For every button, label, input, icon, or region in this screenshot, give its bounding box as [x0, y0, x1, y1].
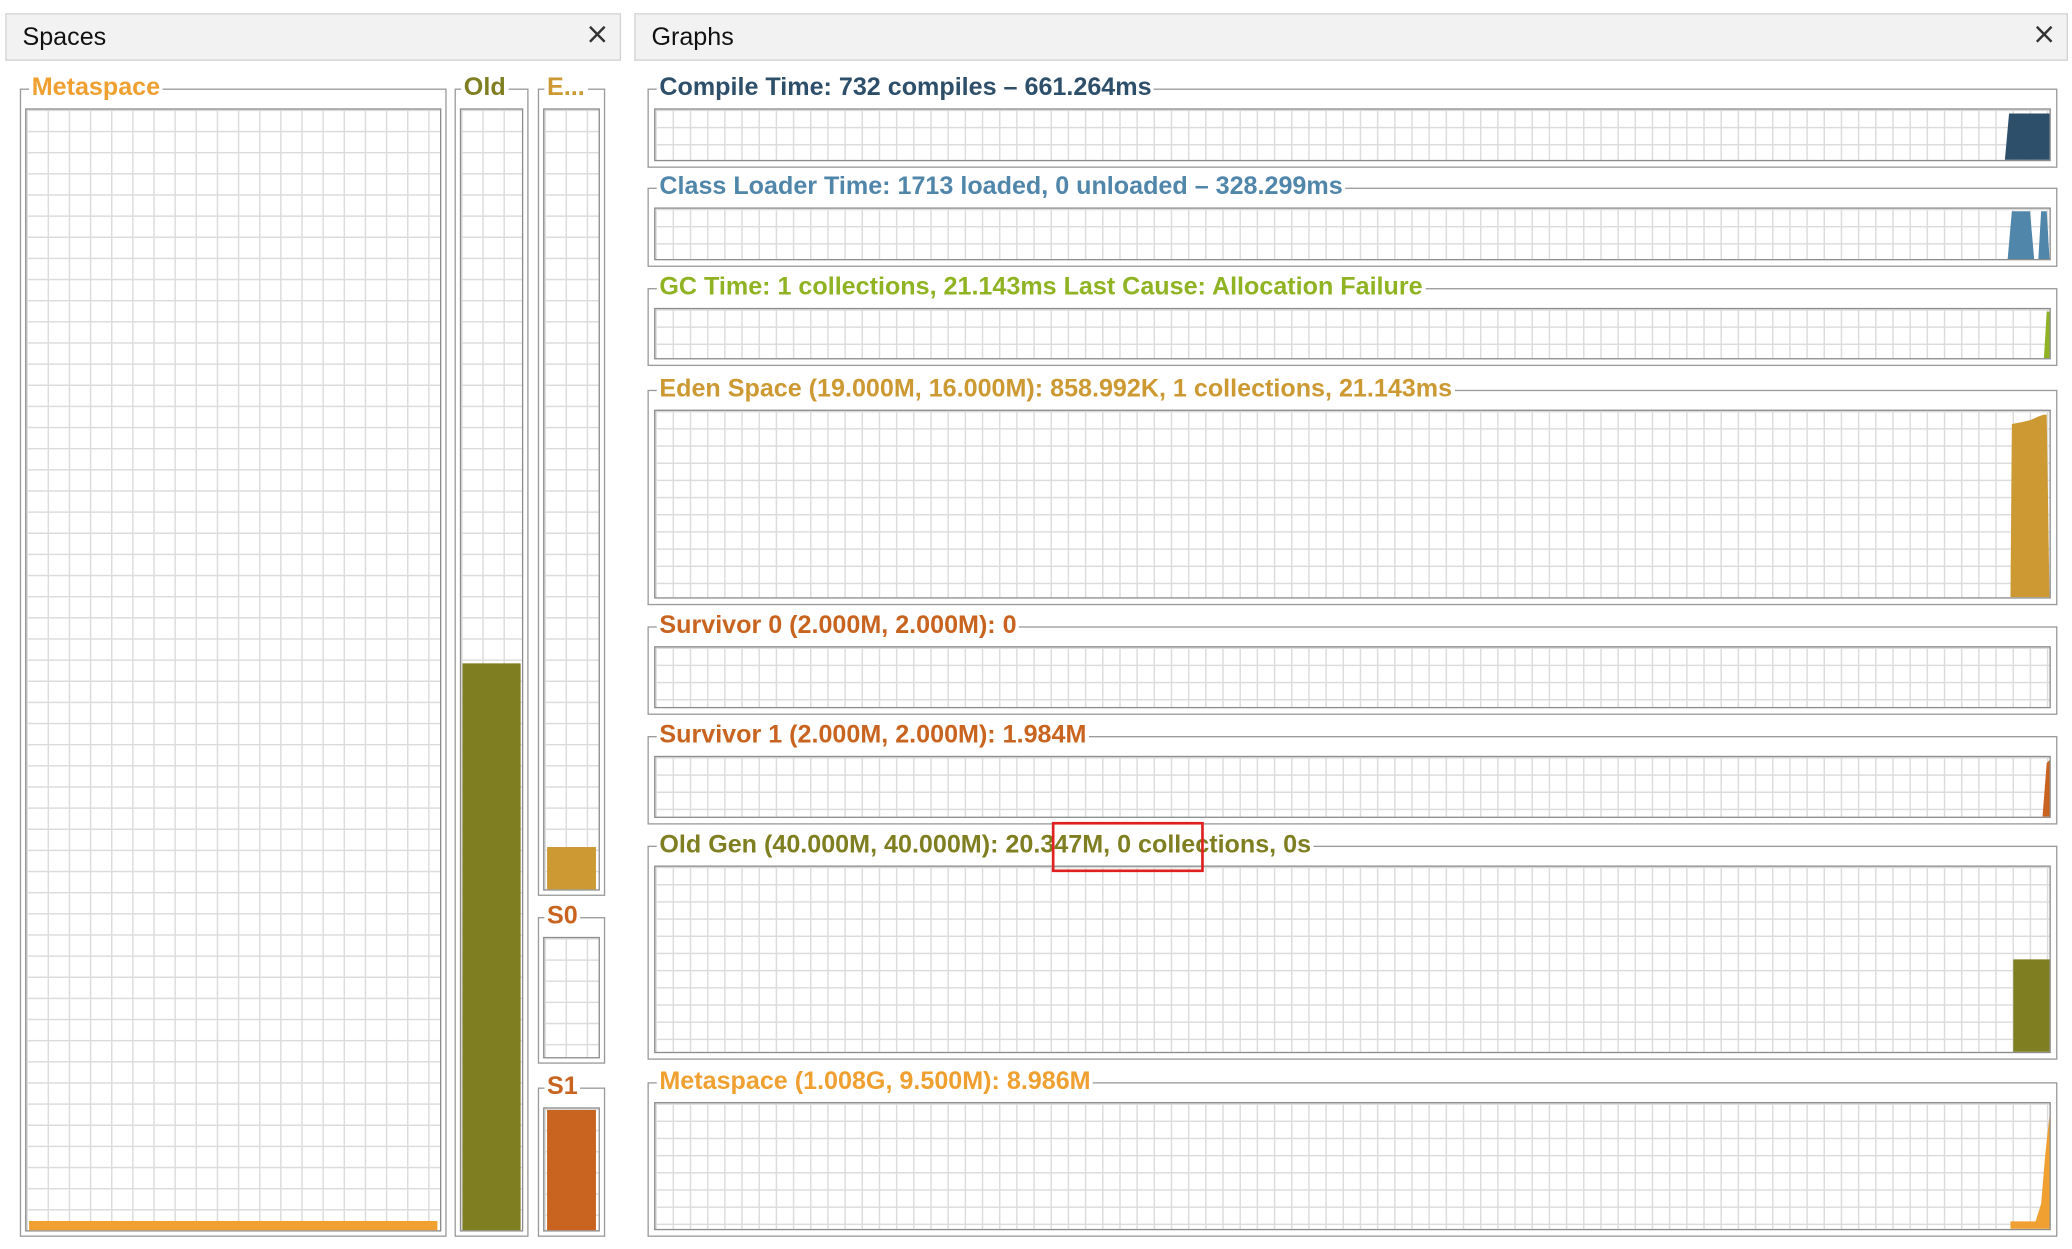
compile-time-plot — [654, 108, 2051, 162]
graphs-panel-header: Graphs × — [634, 13, 2068, 61]
old-gen-graph: Old Gen (40.000M, 40.000M): 20.347M, 0 c… — [647, 831, 2058, 1060]
eden-space-label: E... — [544, 73, 588, 104]
class-loader-label: Class Loader Time: 1713 loaded, 0 unload… — [656, 173, 1346, 203]
metaspace-series — [2010, 1115, 2050, 1229]
gc-time-series — [2043, 311, 2050, 359]
s1-space-group: S1 — [537, 1072, 606, 1237]
eden-space-group: E... — [537, 73, 606, 896]
eden-space-bar — [543, 108, 600, 891]
spaces-panel-header: Spaces × — [5, 13, 622, 61]
class-loader-graph: Class Loader Time: 1713 loaded, 0 unload… — [647, 173, 2058, 267]
eden-space-plot — [654, 409, 2051, 599]
compile-time-label: Compile Time: 732 compiles – 661.264ms — [656, 73, 1155, 104]
metaspace-graph: Metaspace (1.008G, 9.500M): 8.986M — [647, 1067, 2058, 1237]
old-space-bar — [459, 108, 524, 1232]
old-gen-plot — [654, 865, 2051, 1054]
eden-space-graph: Eden Space (19.000M, 16.000M): 858.992K,… — [647, 375, 2058, 606]
class-loader-series — [2007, 211, 2050, 259]
s1-space-bar — [543, 1107, 600, 1232]
old-space-group: Old — [454, 73, 529, 1237]
old-gen-label-prefix: Old Gen (40.000M, 40.000M): — [659, 831, 1006, 859]
eden-space-graph-label: Eden Space (19.000M, 16.000M): 858.992K,… — [656, 375, 1455, 405]
survivor1-series — [2042, 760, 2050, 817]
old-gen-series — [2013, 959, 2050, 1052]
eden-space-series — [2010, 414, 2050, 598]
spaces-panel-title: Spaces — [22, 23, 107, 52]
survivor0-label: Survivor 0 (2.000M, 2.000M): 0 — [656, 611, 1020, 641]
spaces-close-icon[interactable]: × — [583, 19, 612, 52]
survivor1-plot — [654, 755, 2051, 818]
s1-space-label: S1 — [544, 1072, 581, 1103]
old-space-fill — [462, 663, 521, 1231]
s0-space-group: S0 — [537, 902, 606, 1064]
metaspace-graph-label: Metaspace (1.008G, 9.500M): 8.986M — [656, 1067, 1094, 1097]
survivor1-label: Survivor 1 (2.000M, 2.000M): 1.984M — [656, 721, 1090, 751]
compile-time-series — [2004, 113, 2050, 160]
metaspace-space-group: Metaspace — [19, 73, 447, 1237]
gc-time-graph: GC Time: 1 collections, 21.143ms Last Ca… — [647, 273, 2058, 367]
metaspace-plot — [654, 1102, 2051, 1231]
gc-time-label: GC Time: 1 collections, 21.143ms Last Ca… — [656, 273, 1426, 303]
old-gen-label: Old Gen (40.000M, 40.000M): 20.347M, 0 c… — [656, 831, 1314, 861]
metaspace-space-label: Metaspace — [29, 73, 163, 104]
survivor1-graph: Survivor 1 (2.000M, 2.000M): 1.984M — [647, 721, 2058, 825]
compile-time-graph: Compile Time: 732 compiles – 661.264ms — [647, 73, 2058, 168]
eden-space-fill — [547, 847, 596, 890]
class-loader-plot — [654, 207, 2051, 261]
gc-time-plot — [654, 307, 2051, 360]
old-space-label: Old — [461, 73, 509, 104]
highlight-box — [1051, 821, 1204, 873]
metaspace-space-fill — [29, 1221, 438, 1231]
survivor0-plot — [654, 646, 2051, 709]
survivor0-graph: Survivor 0 (2.000M, 2.000M): 0 — [647, 611, 2058, 715]
graphs-close-icon[interactable]: × — [2030, 19, 2059, 52]
metaspace-space-bar — [25, 108, 442, 1232]
s0-space-label: S0 — [544, 902, 581, 932]
s0-space-bar — [543, 936, 600, 1059]
s1-space-fill — [547, 1109, 596, 1231]
graphs-panel-title: Graphs — [651, 23, 734, 52]
